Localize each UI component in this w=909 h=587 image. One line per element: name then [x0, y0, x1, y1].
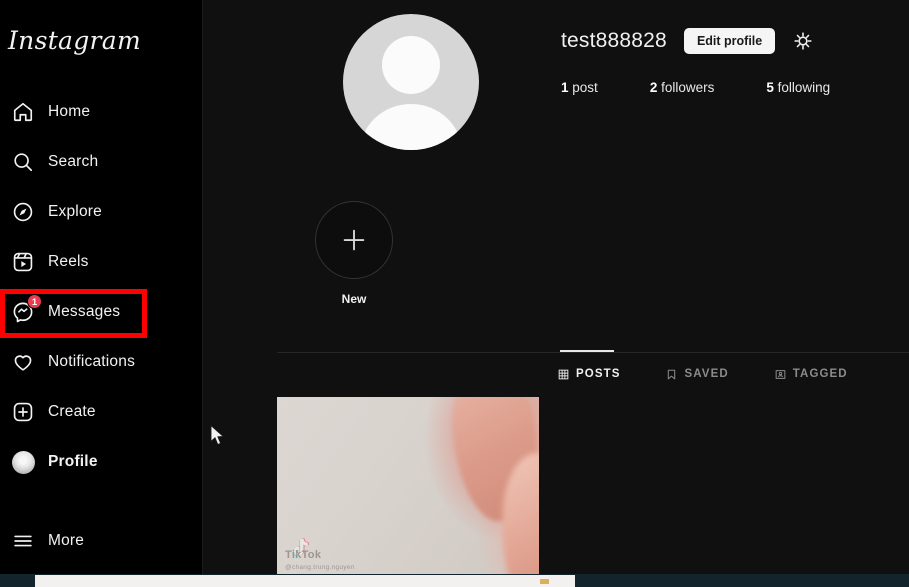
- sidebar-navigation: Instagram Home Search Explore Reels 1 Me…: [0, 0, 203, 587]
- instagram-profile-window: Instagram Home Search Explore Reels 1 Me…: [0, 0, 909, 587]
- sidebar-item-label: Notifications: [48, 353, 136, 370]
- post-grid: TikTok @chang.trung.nguyen: [277, 397, 539, 583]
- scrollbar-marker: [540, 579, 549, 584]
- plus-icon: [343, 229, 365, 251]
- sidebar-item-label: Create: [48, 403, 96, 420]
- tab-saved[interactable]: SAVED: [666, 352, 728, 394]
- sidebar-item-label: More: [48, 532, 85, 549]
- gear-icon[interactable]: [791, 29, 815, 53]
- sidebar-item-explore[interactable]: Explore: [0, 189, 203, 235]
- profile-tabs: POSTS SAVED TAGGED: [558, 350, 894, 394]
- new-highlight-label: New: [341, 292, 367, 306]
- instagram-logo[interactable]: Instagram: [8, 26, 141, 55]
- heart-icon: [6, 345, 40, 379]
- sidebar-item-reels[interactable]: Reels: [0, 239, 203, 285]
- sidebar-item-label: Search: [48, 153, 99, 170]
- sidebar-item-messages[interactable]: 1 Messages: [0, 289, 203, 335]
- stat-followers-value: 2: [649, 80, 658, 95]
- messages-unread-badge: 1: [27, 294, 42, 309]
- profile-avatar[interactable]: [343, 14, 479, 150]
- stat-followers-label: followers: [661, 80, 715, 95]
- tag-person-icon: [775, 369, 786, 380]
- horizontal-scrollbar-track[interactable]: [0, 574, 909, 587]
- sidebar-item-label: Messages: [48, 303, 121, 320]
- avatar-body-shape: [360, 104, 462, 150]
- bookmark-icon: [666, 369, 677, 380]
- tiktok-watermark-handle: @chang.trung.nguyen: [285, 564, 355, 571]
- sidebar-item-profile[interactable]: Profile: [0, 439, 203, 485]
- stat-following-value: 5: [766, 80, 774, 95]
- stat-posts[interactable]: 1 post: [561, 80, 598, 95]
- stat-followers[interactable]: 2 followers: [650, 80, 715, 95]
- post-thumbnail[interactable]: TikTok @chang.trung.nguyen: [277, 397, 539, 583]
- stat-following[interactable]: 5 following: [766, 80, 830, 95]
- story-highlights: New: [315, 201, 393, 306]
- profile-main-content: test888828 Edit profile 1 post 2 followe…: [203, 0, 909, 587]
- horizontal-scrollbar-thumb[interactable]: [35, 575, 575, 587]
- tiktok-watermark-name: TikTok: [285, 549, 322, 561]
- home-icon: [6, 95, 40, 129]
- profile-username: test888828: [561, 29, 667, 52]
- sidebar-item-label: Reels: [48, 253, 89, 270]
- profile-header-row: test888828 Edit profile: [561, 24, 901, 58]
- sidebar-item-search[interactable]: Search: [0, 139, 203, 185]
- new-highlight-button[interactable]: [315, 201, 393, 279]
- tab-saved-label: SAVED: [684, 368, 729, 380]
- reels-icon: [6, 245, 40, 279]
- plus-square-icon: [6, 395, 40, 429]
- sidebar-item-home[interactable]: Home: [0, 89, 203, 135]
- sidebar-item-label: Home: [48, 103, 91, 120]
- tab-tagged-label: TAGGED: [792, 368, 848, 380]
- sidebar-item-label: Explore: [48, 203, 102, 220]
- avatar-icon: [6, 445, 40, 479]
- messenger-icon: 1: [6, 294, 42, 329]
- stat-following-label: following: [777, 80, 831, 95]
- tab-posts-label: POSTS: [576, 368, 621, 380]
- profile-stats: 1 post 2 followers 5 following: [561, 80, 901, 95]
- sidebar-item-more[interactable]: More: [0, 518, 203, 564]
- stat-posts-label: post: [572, 80, 598, 95]
- search-icon: [6, 145, 40, 179]
- avatar-head-shape: [382, 36, 440, 94]
- grid-icon: [558, 369, 569, 380]
- sidebar-item-notifications[interactable]: Notifications: [0, 339, 203, 385]
- sidebar-item-label: Profile: [48, 453, 98, 470]
- tab-posts[interactable]: POSTS: [558, 350, 621, 394]
- sidebar-item-create[interactable]: Create: [0, 389, 203, 435]
- hamburger-icon: [6, 524, 40, 558]
- compass-icon: [6, 195, 40, 229]
- edit-profile-button[interactable]: Edit profile: [683, 27, 776, 55]
- profile-info: test888828 Edit profile 1 post 2 followe…: [561, 24, 901, 95]
- stat-posts-value: 1: [561, 80, 569, 95]
- tab-tagged[interactable]: TAGGED: [775, 352, 848, 394]
